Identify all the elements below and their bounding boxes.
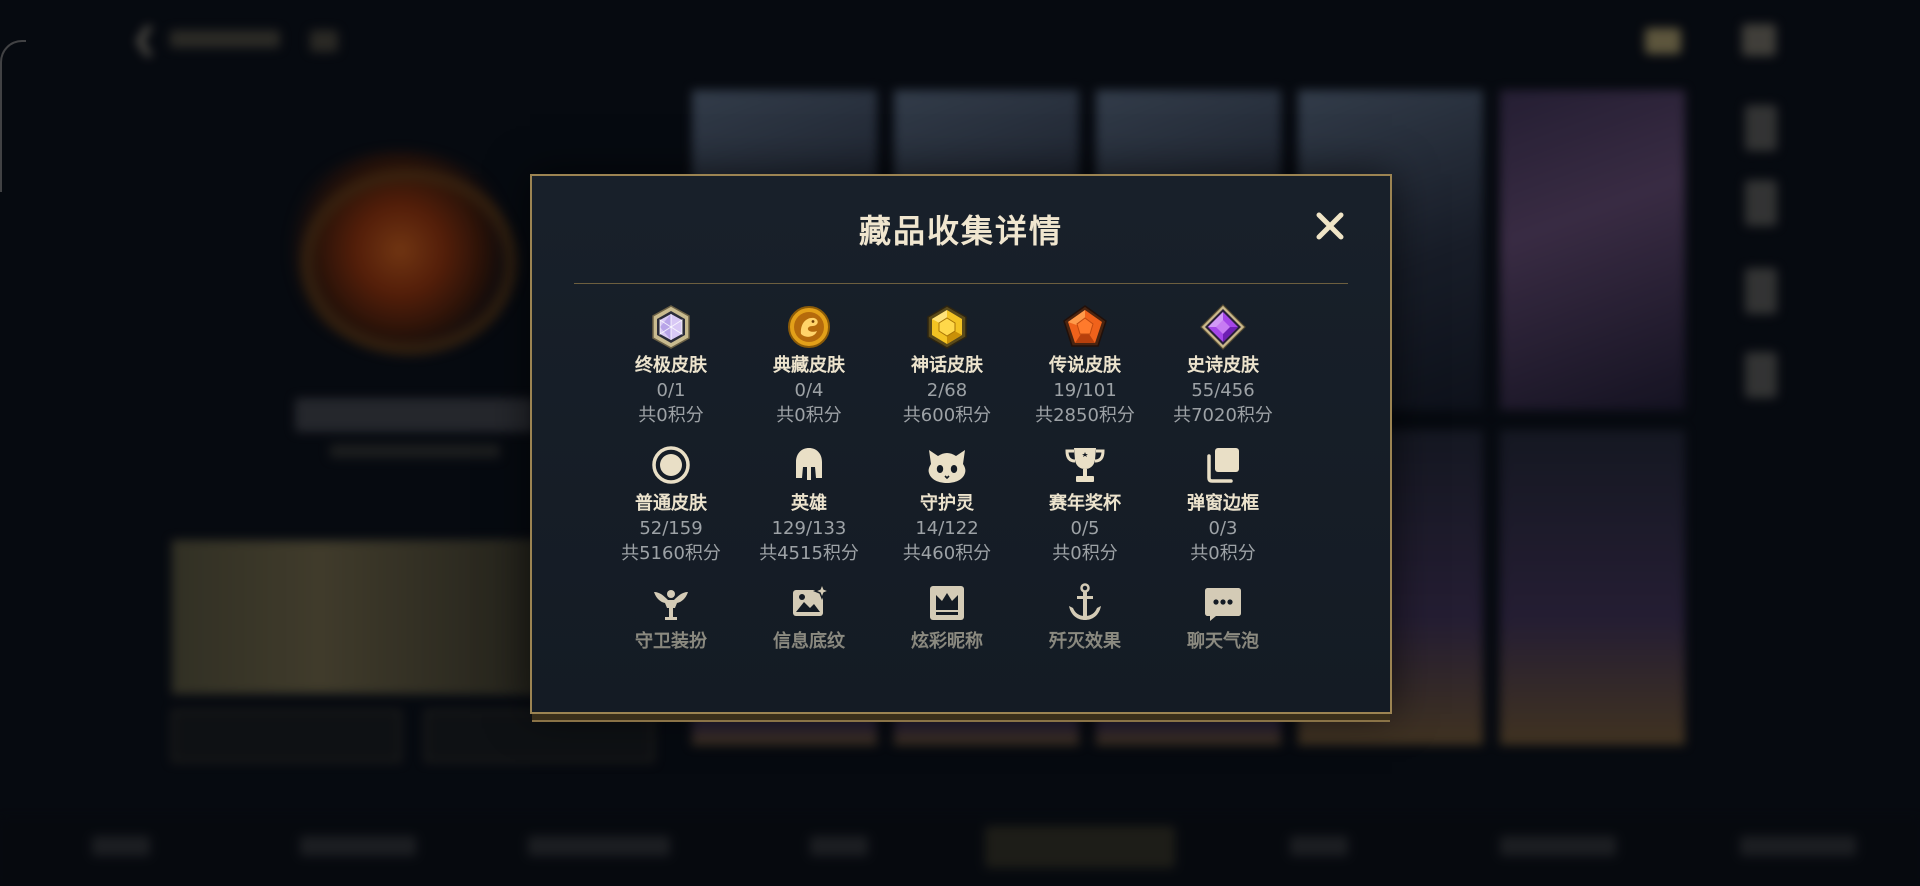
- legendary-gem-icon: [1063, 305, 1107, 347]
- dragon-coin-icon: [788, 306, 830, 348]
- chat-bubble-icon: [1205, 588, 1241, 621]
- category-points: 共0积分: [1052, 543, 1118, 564]
- category-name: 信息底纹: [773, 631, 845, 652]
- category-count: 0/1: [656, 380, 686, 401]
- category-mythic-skin[interactable]: 神话皮肤 2/68 共600积分: [878, 304, 1016, 428]
- category-count: 52/159: [639, 518, 703, 539]
- category-collection-skin[interactable]: 典藏皮肤 0/4 共0积分: [740, 304, 878, 428]
- category-name: 史诗皮肤: [1187, 355, 1259, 376]
- category-annihilation-effect[interactable]: 歼灭效果: [1016, 580, 1154, 654]
- category-points: 共600积分: [902, 405, 992, 426]
- category-name: 守卫装扮: [635, 631, 707, 652]
- category-points: 共2850积分: [1035, 405, 1135, 426]
- image-sparkle-icon: [793, 581, 832, 616]
- category-name: 神话皮肤: [911, 355, 983, 376]
- category-name: 英雄: [791, 493, 827, 514]
- frames-icon: [1207, 448, 1239, 483]
- close-icon: [1316, 212, 1344, 240]
- category-count: 19/101: [1053, 380, 1117, 401]
- category-count: 0/4: [794, 380, 824, 401]
- category-name: 传说皮肤: [1049, 355, 1121, 376]
- category-chat-bubble[interactable]: 聊天气泡: [1154, 580, 1292, 654]
- category-name: 聊天气泡: [1187, 631, 1259, 652]
- category-count: 14/122: [915, 518, 979, 539]
- category-season-trophy[interactable]: 赛年奖杯 0/5 共0积分: [1016, 442, 1154, 566]
- ward-icon: [654, 590, 688, 620]
- category-points: 共5160积分: [621, 543, 721, 564]
- category-points: 共0积分: [638, 405, 704, 426]
- category-guardian-spirit[interactable]: 守护灵 14/122 共460积分: [878, 442, 1016, 566]
- category-count: 2/68: [926, 380, 968, 401]
- category-name: 普通皮肤: [635, 493, 707, 514]
- category-name: 典藏皮肤: [773, 355, 845, 376]
- category-count: 0/3: [1208, 518, 1238, 539]
- category-ultimate-skin[interactable]: 终极皮肤 0/1 共0积分: [602, 304, 740, 428]
- category-count: 129/133: [771, 518, 847, 539]
- category-points: 共7020积分: [1173, 405, 1273, 426]
- category-epic-skin[interactable]: 史诗皮肤 55/456 共7020积分: [1154, 304, 1292, 428]
- category-name: 歼灭效果: [1049, 631, 1121, 652]
- category-count: 0/5: [1070, 518, 1100, 539]
- category-points: 共0积分: [776, 405, 842, 426]
- category-name: 弹窗边框: [1187, 493, 1259, 514]
- category-popup-frame[interactable]: 弹窗边框 0/3 共0积分: [1154, 442, 1292, 566]
- category-info-pattern[interactable]: 信息底纹: [740, 580, 878, 654]
- category-name: 赛年奖杯: [1049, 493, 1121, 514]
- category-heroes[interactable]: 英雄 129/133 共4515积分: [740, 442, 878, 566]
- close-button[interactable]: [1310, 206, 1350, 246]
- creature-icon: [928, 450, 966, 483]
- category-name: 终极皮肤: [635, 355, 707, 376]
- category-normal-skin[interactable]: 普通皮肤 52/159 共5160积分: [602, 442, 740, 566]
- category-name: 炫彩昵称: [911, 631, 983, 652]
- trophy-icon: [1065, 448, 1105, 482]
- category-points: 共460积分: [902, 543, 992, 564]
- category-count: 55/456: [1191, 380, 1255, 401]
- collection-details-modal: 藏品收集详情 终极皮肤 0/1 共0积分 典藏皮肤 0/4 共0积分 神话皮肤 …: [530, 174, 1392, 714]
- category-name: 守护灵: [920, 493, 974, 514]
- title-divider: [574, 283, 1348, 284]
- modal-title: 藏品收集详情: [858, 212, 1063, 250]
- helmet-icon: [796, 448, 822, 480]
- category-colorful-nickname[interactable]: 炫彩昵称: [878, 580, 1016, 654]
- anchor-sword-icon: [1069, 583, 1101, 620]
- epic-gem-icon: [1200, 304, 1246, 350]
- ultimate-gem-icon: [652, 305, 690, 349]
- category-points: 共0积分: [1190, 543, 1256, 564]
- category-points: 共4515积分: [759, 543, 859, 564]
- crown-card-icon: [930, 586, 964, 620]
- circle-icon: [652, 446, 690, 484]
- category-ward-skin[interactable]: 守卫装扮: [602, 580, 740, 654]
- mythic-gem-icon: [927, 305, 967, 349]
- category-legendary-skin[interactable]: 传说皮肤 19/101 共2850积分: [1016, 304, 1154, 428]
